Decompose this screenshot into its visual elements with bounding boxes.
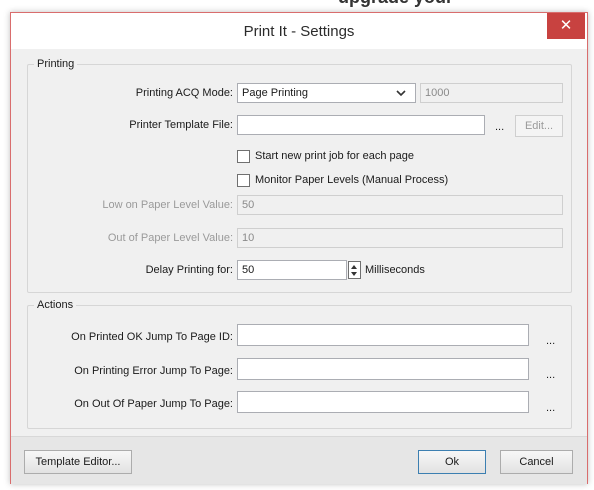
out-jump-label: On Out Of Paper Jump To Page: xyxy=(74,398,233,410)
ok-jump-label: On Printed OK Jump To Page ID: xyxy=(71,331,233,343)
error-jump-label: On Printing Error Jump To Page: xyxy=(74,365,233,377)
acq-number-field: 1000 xyxy=(420,83,563,103)
edit-button[interactable]: Edit... xyxy=(515,115,563,137)
error-jump-input[interactable] xyxy=(237,358,529,380)
ok-jump-input[interactable] xyxy=(237,324,529,346)
acq-mode-select[interactable]: Page Printing xyxy=(237,83,416,103)
template-file-input[interactable] xyxy=(237,115,485,135)
template-file-label: Printer Template File: xyxy=(129,119,233,131)
monitor-paper-checkbox[interactable] xyxy=(237,174,250,187)
delay-spinner[interactable] xyxy=(348,261,361,279)
close-icon: ✕ xyxy=(559,17,573,34)
spin-down-icon xyxy=(351,272,357,276)
actions-group-label: Actions xyxy=(37,299,74,311)
out-level-label: Out of Paper Level Value: xyxy=(107,232,233,244)
out-jump-browse-button[interactable]: ... xyxy=(546,398,555,418)
ok-jump-browse-button[interactable]: ... xyxy=(546,331,555,351)
new-job-checkbox[interactable] xyxy=(237,150,250,163)
template-editor-button[interactable]: Template Editor... xyxy=(24,450,132,474)
dialog-footer: Template Editor... Ok Cancel xyxy=(11,436,587,484)
ok-button[interactable]: Ok xyxy=(418,450,486,474)
delay-input[interactable]: 50 xyxy=(237,260,347,280)
dialog-title: Print It - Settings xyxy=(243,23,355,40)
out-jump-input[interactable] xyxy=(237,391,529,413)
spin-up-icon xyxy=(351,265,357,269)
acq-mode-label: Printing ACQ Mode: xyxy=(135,87,233,99)
template-browse-button[interactable]: ... xyxy=(495,117,504,137)
delay-unit-label: Milliseconds xyxy=(365,264,425,276)
background-banner-text: upgrade your xyxy=(338,0,453,8)
chevron-down-icon xyxy=(396,90,406,97)
settings-dialog: Print It - Settings ✕ Printing Printing … xyxy=(10,12,588,484)
printing-group-label: Printing xyxy=(37,58,75,70)
low-level-label: Low on Paper Level Value: xyxy=(102,199,233,211)
background-banner: upgrade your xyxy=(0,0,594,10)
monitor-paper-checkbox-label: Monitor Paper Levels (Manual Process) xyxy=(255,174,449,186)
delay-label: Delay Printing for: xyxy=(145,264,233,276)
title-bar: Print It - Settings ✕ xyxy=(11,13,587,49)
acq-mode-value: Page Printing xyxy=(242,87,309,99)
low-level-field: 50 xyxy=(237,195,563,215)
error-jump-browse-button[interactable]: ... xyxy=(546,365,555,385)
out-level-field: 10 xyxy=(237,228,563,248)
cancel-button[interactable]: Cancel xyxy=(500,450,573,474)
new-job-checkbox-label: Start new print job for each page xyxy=(255,150,414,162)
close-button[interactable]: ✕ xyxy=(547,13,585,39)
